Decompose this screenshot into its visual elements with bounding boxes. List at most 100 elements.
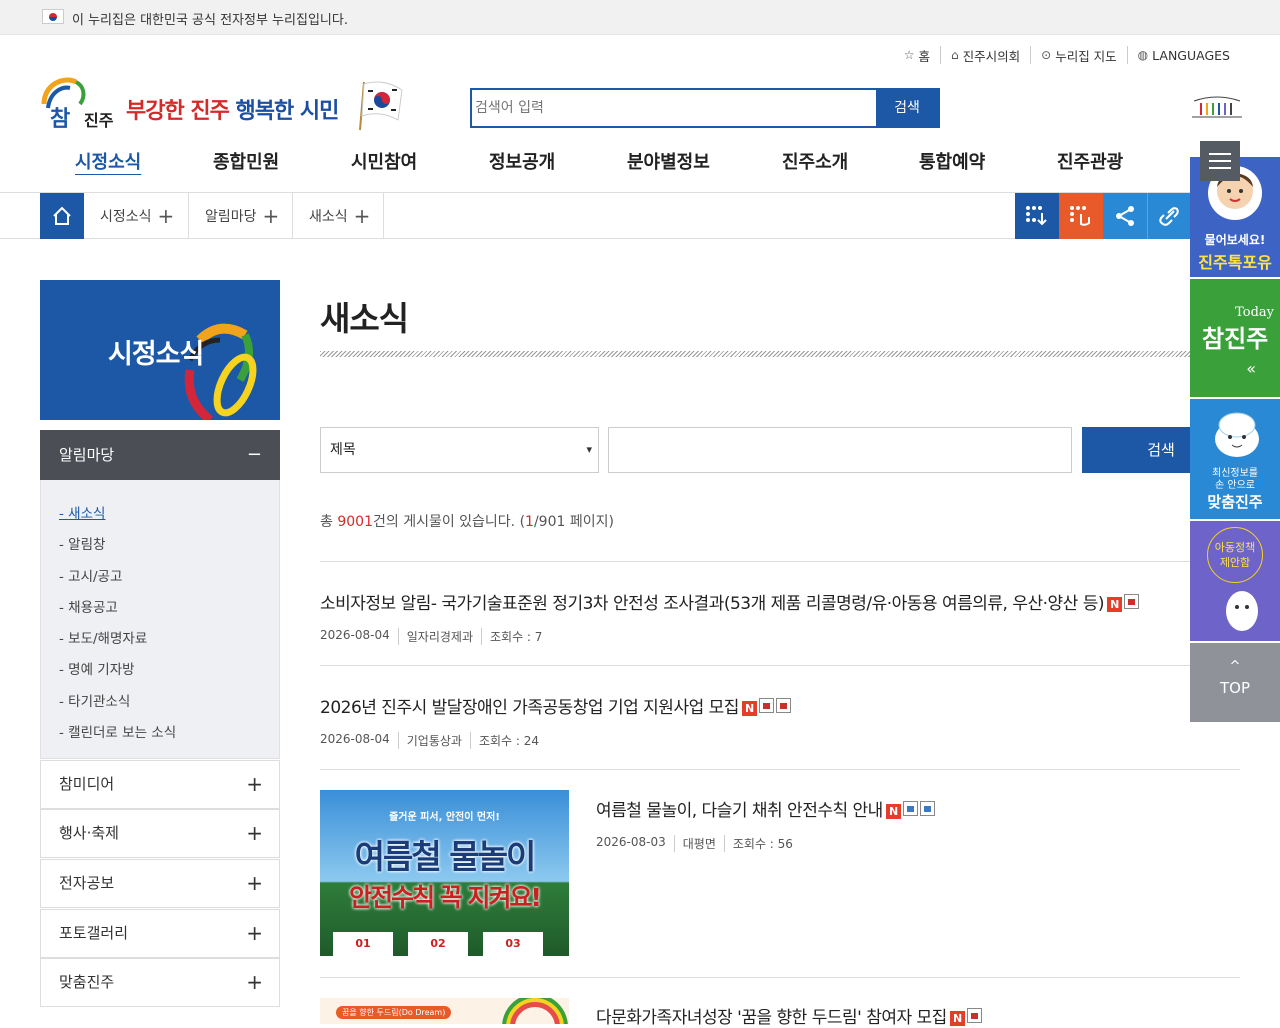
share-icon — [1116, 206, 1134, 226]
breadcrumb-item[interactable]: 알림마당 + — [189, 193, 293, 239]
scroll-top-button[interactable]: ^ TOP — [1190, 643, 1280, 722]
title-divider — [320, 351, 1240, 357]
slogan: 부강한 진주 행복한 시민 — [126, 99, 339, 124]
touch-button[interactable] — [1059, 193, 1103, 239]
download-grid-icon — [1026, 206, 1047, 226]
breadcrumb: 시정소식 + 알림마당 + 새소식 + — [0, 192, 1280, 239]
util-languages-link[interactable]: ◍ LANGUAGES — [1128, 46, 1230, 64]
gov-banner-text: 이 누리집은 대한민국 공식 전자정부 누리집입니다. — [72, 13, 348, 28]
quick-custom-jinju[interactable]: 최신정보를 손 안으로 맞춤진주 — [1190, 399, 1280, 519]
home-icon — [53, 206, 71, 225]
lnb-sub-item[interactable]: - 고시/공고 — [59, 565, 122, 585]
nav-item[interactable]: 분야별정보 — [627, 148, 710, 174]
chevron-down-icon: ▾ — [586, 443, 592, 456]
util-home-link[interactable]: ☆ 홈 — [894, 46, 941, 64]
post-meta: 2026-08-04 기업통상과 조회수 : 24 — [320, 732, 547, 749]
hwp-file-icon — [919, 801, 935, 816]
mascot-icon — [1226, 591, 1258, 631]
jpg-file-icon — [966, 1008, 982, 1023]
nav-item[interactable]: 정보공개 — [489, 148, 555, 174]
lnb-sub-item[interactable]: - 채용공고 — [59, 596, 118, 616]
lnb-title-banner: 시정소식 — [40, 280, 280, 420]
post-meta: 2026-08-04 일자리경제과 조회수 : 7 — [320, 628, 550, 645]
lnb-item[interactable]: 전자공보 + — [40, 859, 280, 908]
list-divider — [320, 977, 1240, 978]
plus-icon: + — [262, 204, 280, 228]
post-title-link[interactable]: 소비자정보 알림- 국가기술표준원 정기3차 안전성 조사결과(53개 제품 리… — [320, 589, 1139, 614]
main-nav: 시정소식 종합민원 시민참여 정보공개 분야별정보 진주소개 통합예약 진주관광 — [40, 148, 1190, 178]
post-thumbnail[interactable]: 꿈을 향한 두드림(Do Dream) — [320, 998, 569, 1024]
korea-flag-icon — [42, 9, 64, 24]
plus-icon: + — [246, 921, 263, 945]
util-council-link[interactable]: ⌂ 진주시의회 — [941, 46, 1032, 64]
post-meta: 2026-08-03 대평면 조회수 : 56 — [596, 835, 801, 852]
nav-item[interactable]: 시정소식 — [75, 148, 141, 174]
svg-text:참: 참 — [50, 107, 70, 132]
quick-today-jinju[interactable]: Today 참진주 « — [1190, 279, 1280, 397]
breadcrumb-item[interactable]: 새소식 + — [293, 193, 384, 239]
gov-banner: 이 누리집은 대한민국 공식 전자정부 누리집입니다. — [0, 0, 1280, 35]
lnb-sub-item[interactable]: - 타기관소식 — [59, 690, 130, 710]
lnb-item[interactable]: 참미디어 + — [40, 760, 280, 809]
page-title: 새소식 — [320, 299, 409, 338]
nav-item[interactable]: 통합예약 — [919, 148, 985, 174]
lnb-sub-item[interactable]: - 알림창 — [59, 533, 105, 553]
home-button[interactable] — [40, 193, 84, 239]
chevron-up-icon: ^ — [1229, 659, 1241, 674]
list-divider — [320, 665, 1240, 666]
breadcrumb-item[interactable]: 시정소식 + — [84, 193, 189, 239]
post-title-link[interactable]: 다문화가족자녀성장 '꿈을 향한 두드림' 참여자 모집 N — [596, 1003, 982, 1028]
post-title-link[interactable]: 2026년 진주시 발달장애인 가족공동창업 기업 지원사업 모집 N — [320, 693, 791, 718]
lnb-sub-item[interactable]: - 명예 기자방 — [59, 658, 135, 678]
map-pin-icon: ⊙ — [1041, 48, 1052, 62]
plus-icon: + — [246, 970, 263, 994]
charm-jinju-logo-icon: 참 진주 — [41, 77, 114, 132]
share-button[interactable] — [1103, 193, 1147, 239]
new-badge: N — [1106, 597, 1122, 612]
plus-icon: + — [246, 871, 263, 895]
download-button[interactable] — [1015, 193, 1059, 239]
plus-icon: + — [157, 204, 175, 228]
plus-icon: + — [246, 821, 263, 845]
nav-item[interactable]: 진주관광 — [1057, 148, 1123, 174]
svg-text:진주: 진주 — [84, 111, 114, 130]
search-input[interactable] — [472, 90, 878, 126]
lnb-sub-item[interactable]: - 캘린더로 보는 소식 — [59, 721, 176, 741]
star-icon: ☆ — [903, 48, 915, 62]
link-icon — [1159, 207, 1179, 226]
post-thumbnail[interactable]: 즐거운 피서, 안전이 먼저! 여름철 물놀이 안전수칙 꼭 지켜요! 01 0… — [320, 790, 569, 956]
util-sitemap-link[interactable]: ⊙ 누리집 지도 — [1031, 46, 1128, 64]
lnb-title: 시정소식 — [108, 339, 204, 370]
pdf-file-icon — [1123, 594, 1139, 609]
nav-item[interactable]: 진주소개 — [782, 148, 848, 174]
nav-item[interactable]: 시민참여 — [351, 148, 417, 174]
new-badge: N — [741, 701, 757, 716]
plus-icon: + — [246, 772, 263, 796]
city-symbol-icon[interactable] — [1190, 91, 1244, 123]
new-badge: N — [885, 804, 901, 819]
lnb-submenu: - 새소식 - 알림창 - 고시/공고 - 채용공고 - 보도/해명자료 - 명… — [40, 480, 280, 759]
lnb-sub-item[interactable]: - 새소식 — [59, 502, 105, 522]
search-button[interactable]: 검색 — [876, 90, 938, 126]
taegukgi-icon — [356, 80, 406, 132]
council-icon: ⌂ — [950, 48, 959, 62]
board-search-input[interactable] — [608, 427, 1072, 473]
copy-link-button[interactable] — [1147, 193, 1191, 239]
lnb-item[interactable]: 행사·축제 + — [40, 809, 280, 858]
lnb-item[interactable]: 포토갤러리 + — [40, 909, 280, 958]
lnb-sub-item[interactable]: - 보도/해명자료 — [59, 627, 147, 647]
nav-item[interactable]: 종합민원 — [213, 148, 279, 174]
quick-child-policy[interactable]: 아동정책 제안함 — [1190, 521, 1280, 641]
post-title-link[interactable]: 여름철 물놀이, 다슬기 채취 안전수칙 안내 N — [596, 796, 935, 821]
menu-toggle-button[interactable] — [1200, 141, 1240, 181]
double-chevron-left-icon: « — [1246, 359, 1256, 378]
globe-icon: ◍ — [1137, 48, 1149, 62]
list-divider — [320, 769, 1240, 770]
hwp-file-icon — [902, 801, 918, 816]
search-field-select[interactable]: 제목 ▾ — [320, 427, 599, 473]
lnb-open-item[interactable]: 알림마당 − — [40, 430, 280, 480]
plus-icon: + — [353, 204, 371, 228]
lnb-item[interactable]: 맞춤진주 + — [40, 958, 280, 1007]
pdf-file-icon — [775, 698, 791, 713]
site-logo[interactable]: 참 진주 — [40, 74, 118, 132]
